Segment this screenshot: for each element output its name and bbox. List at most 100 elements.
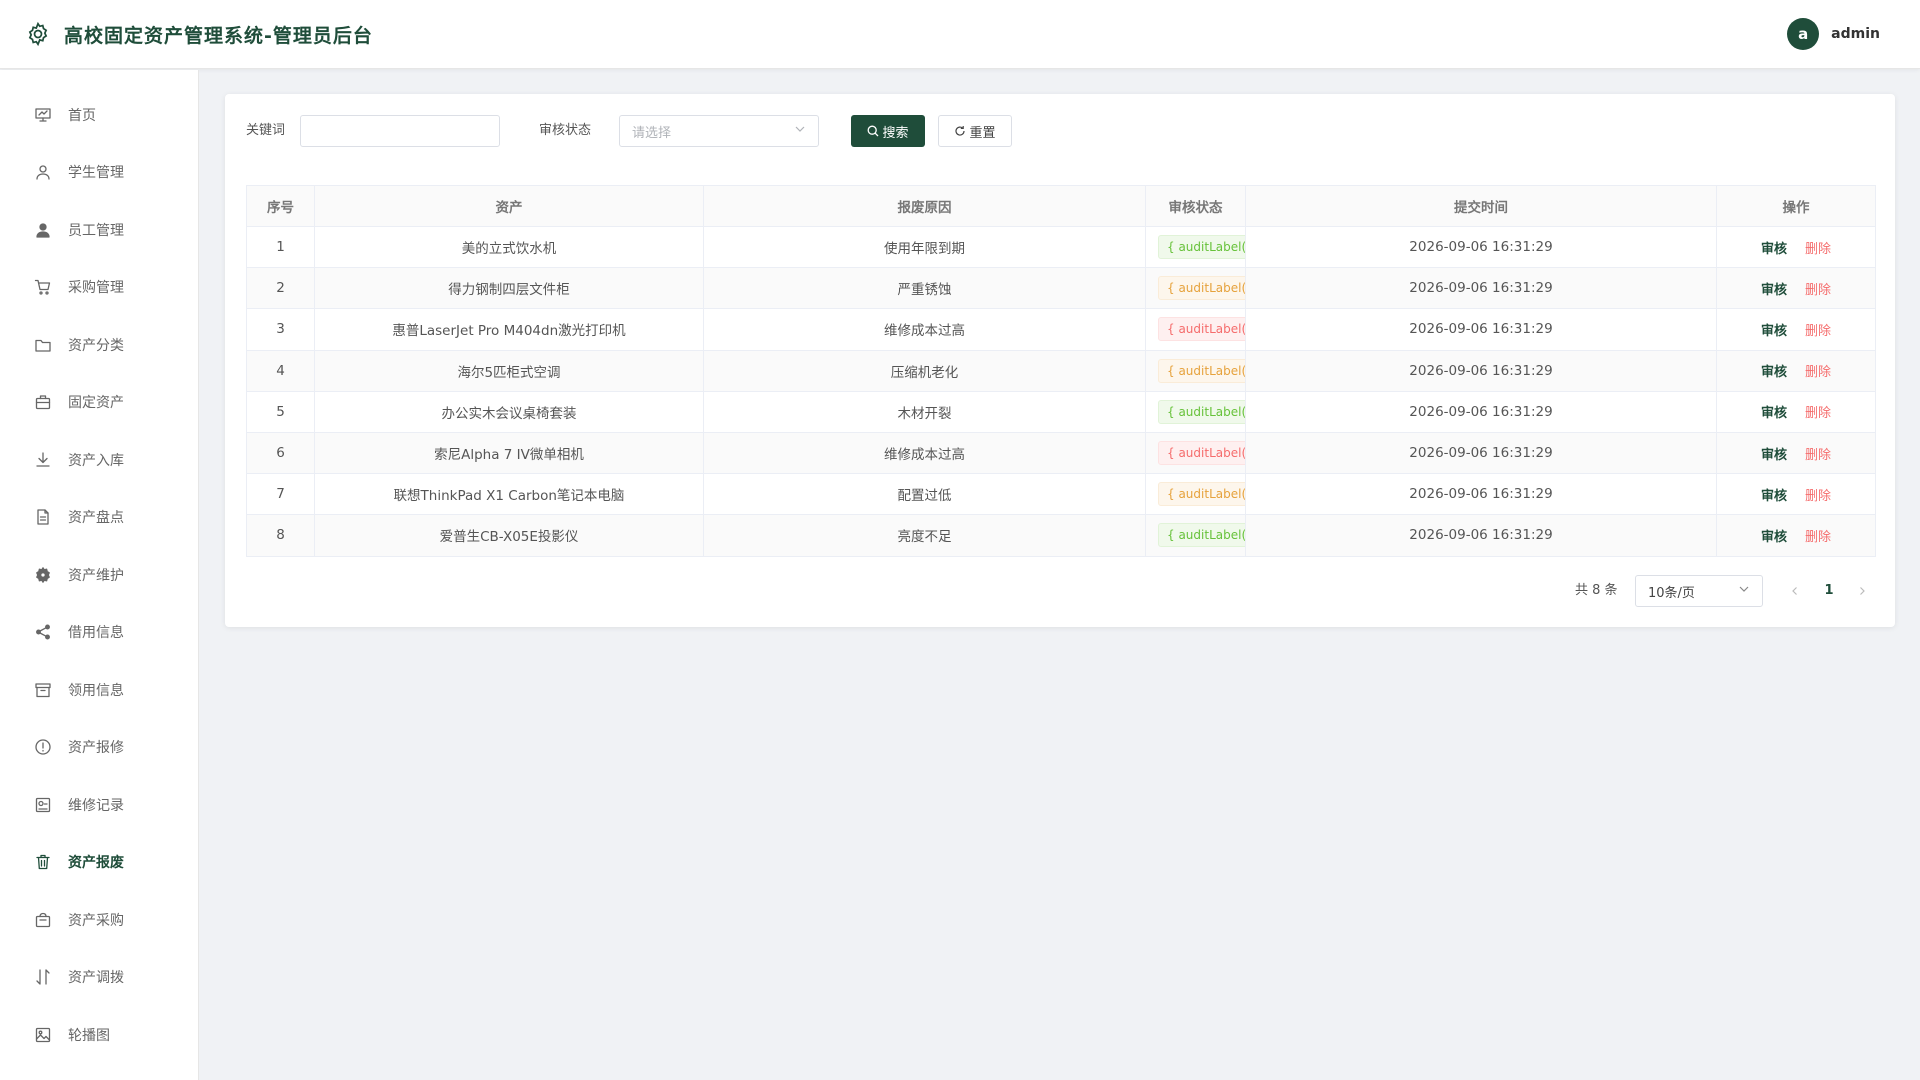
audit-button[interactable]: 审核	[1761, 283, 1787, 298]
submit-time: 2026-09-06 16:31:29	[1245, 473, 1717, 516]
search-bar: 关键词 审核状态 请选择 搜索 重置	[246, 115, 1866, 147]
audit-button[interactable]: 审核	[1761, 489, 1787, 504]
sidebar-item-7[interactable]: 资产盘点	[0, 497, 199, 537]
table-header-row: 序号 资产 报废原因 审核状态 提交时间 操作	[246, 185, 1876, 227]
cart-icon	[34, 278, 52, 296]
prev-page-button[interactable]	[1785, 575, 1805, 607]
sidebar-item-3[interactable]: 采购管理	[0, 267, 199, 307]
status-badge: { auditLabel(ro	[1158, 399, 1245, 424]
scrap-reason: 严重锈蚀	[703, 267, 1146, 310]
table-row: 8爱普生CB-X05E投影仪亮度不足 { auditLabel(ro2026-09…	[246, 514, 1876, 557]
trash-icon	[34, 853, 52, 871]
sidebar-item-14[interactable]: 资产采购	[0, 900, 199, 940]
table-row: 2得力钢制四层文件柜严重锈蚀 { auditLabel(ro2026-09-06 …	[246, 267, 1876, 310]
record-icon	[34, 796, 52, 814]
asset-name: 得力钢制四层文件柜	[314, 267, 704, 310]
row-index: 7	[246, 473, 315, 516]
sidebar-item-9[interactable]: 借用信息	[0, 612, 199, 652]
audit-button[interactable]: 审核	[1761, 365, 1787, 380]
chevron-left-icon	[1792, 587, 1797, 595]
sidebar-item-10[interactable]: 领用信息	[0, 670, 199, 710]
delete-button[interactable]: 删除	[1805, 489, 1831, 504]
briefcase-icon	[34, 393, 52, 411]
status-badge: { auditLabel(ro	[1158, 317, 1245, 342]
next-page-button[interactable]	[1852, 575, 1872, 607]
chart-board-icon	[34, 106, 52, 124]
audit-status-cell: { auditLabel(ro	[1145, 473, 1246, 516]
sidebar-item-label: 首页	[68, 108, 96, 124]
submit-time: 2026-09-06 16:31:29	[1245, 308, 1717, 351]
delete-button[interactable]: 删除	[1805, 324, 1831, 339]
audit-status-cell: { auditLabel(ro	[1145, 431, 1246, 475]
user-menu[interactable]: a admin	[1787, 18, 1880, 50]
status-badge: { auditLabel(ro	[1158, 276, 1245, 301]
gear-logo-icon	[24, 20, 52, 48]
main-card: 关键词 审核状态 请选择 搜索 重置 序号 资产 报废原因 审核状态 提交时间 操作	[225, 94, 1895, 627]
column-header: 报废原因	[703, 185, 1146, 227]
scrap-reason: 使用年限到期	[703, 225, 1146, 269]
delete-button[interactable]: 删除	[1805, 448, 1831, 463]
download-icon	[34, 451, 52, 469]
row-index: 3	[246, 308, 315, 351]
table-row: 6索尼Alpha 7 IV微单相机维修成本过高 { auditLabel(ro20…	[246, 431, 1876, 475]
sidebar-item-label: 借用信息	[68, 625, 124, 641]
sidebar-item-6[interactable]: 资产入库	[0, 440, 199, 480]
row-actions: 审核 删除	[1716, 267, 1876, 310]
delete-button[interactable]: 删除	[1805, 365, 1831, 380]
audit-button[interactable]: 审核	[1761, 242, 1787, 257]
audit-button[interactable]: 审核	[1761, 448, 1787, 463]
picture-icon	[34, 1026, 52, 1044]
audit-button[interactable]: 审核	[1761, 406, 1787, 421]
user-filled-icon	[34, 221, 52, 239]
audit-button[interactable]: 审核	[1761, 324, 1787, 339]
sidebar-item-5[interactable]: 固定资产	[0, 382, 199, 422]
audit-status-cell: { auditLabel(ro	[1145, 267, 1246, 310]
delete-button[interactable]: 删除	[1805, 406, 1831, 421]
sidebar-item-label: 学生管理	[68, 165, 124, 181]
row-actions: 审核 删除	[1716, 390, 1876, 433]
audit-status-cell: { auditLabel(ro	[1145, 390, 1246, 433]
sidebar-item-13[interactable]: 资产报废	[0, 842, 199, 882]
row-index: 8	[246, 514, 315, 557]
search-button[interactable]: 搜索	[851, 115, 925, 147]
sidebar-item-16[interactable]: 轮播图	[0, 1015, 199, 1055]
row-index: 2	[246, 267, 315, 310]
gear-icon	[34, 566, 52, 584]
delete-button[interactable]: 删除	[1805, 242, 1831, 257]
sidebar-item-label: 领用信息	[68, 683, 124, 699]
avatar[interactable]: a	[1787, 18, 1820, 50]
status-badge: { auditLabel(ro	[1158, 441, 1245, 466]
status-select[interactable]: 请选择	[619, 115, 819, 147]
column-header: 提交时间	[1245, 185, 1717, 227]
sidebar-item-4[interactable]: 资产分类	[0, 325, 199, 365]
sidebar-item-11[interactable]: 资产报修	[0, 727, 199, 767]
search-icon	[867, 125, 879, 137]
asset-name: 办公实木会议桌椅套装	[314, 390, 704, 433]
row-actions: 审核 删除	[1716, 308, 1876, 351]
sidebar-item-2[interactable]: 员工管理	[0, 210, 199, 250]
sidebar-item-label: 资产调拨	[68, 970, 124, 986]
asset-name: 联想ThinkPad X1 Carbon笔记本电脑	[314, 473, 704, 516]
app-title: 高校固定资产管理系统-管理员后台	[64, 24, 373, 47]
sidebar-item-15[interactable]: 资产调拨	[0, 957, 199, 997]
sidebar-item-8[interactable]: 资产维护	[0, 555, 199, 595]
keyword-input[interactable]	[300, 115, 500, 147]
row-actions: 审核 删除	[1716, 431, 1876, 475]
page-size-select[interactable]: 10条/页	[1635, 575, 1763, 607]
sidebar-item-0[interactable]: 首页	[0, 95, 199, 135]
username[interactable]: admin	[1831, 26, 1880, 42]
submit-time: 2026-09-06 16:31:29	[1245, 514, 1717, 557]
reset-button[interactable]: 重置	[938, 115, 1012, 147]
sidebar-item-12[interactable]: 维修记录	[0, 785, 199, 825]
status-badge: { auditLabel(ro	[1158, 482, 1245, 507]
table-row: 5办公实木会议桌椅套装木材开裂 { auditLabel(ro2026-09-06…	[246, 390, 1876, 433]
audit-button[interactable]: 审核	[1761, 530, 1787, 545]
sidebar-item-1[interactable]: 学生管理	[0, 152, 199, 192]
row-actions: 审核 删除	[1716, 473, 1876, 516]
delete-button[interactable]: 删除	[1805, 283, 1831, 298]
row-index: 1	[246, 225, 315, 269]
reset-button-label: 重置	[969, 125, 996, 141]
delete-button[interactable]: 删除	[1805, 530, 1831, 545]
page-number-current[interactable]: 1	[1819, 575, 1839, 607]
search-button-label: 搜索	[882, 125, 909, 141]
